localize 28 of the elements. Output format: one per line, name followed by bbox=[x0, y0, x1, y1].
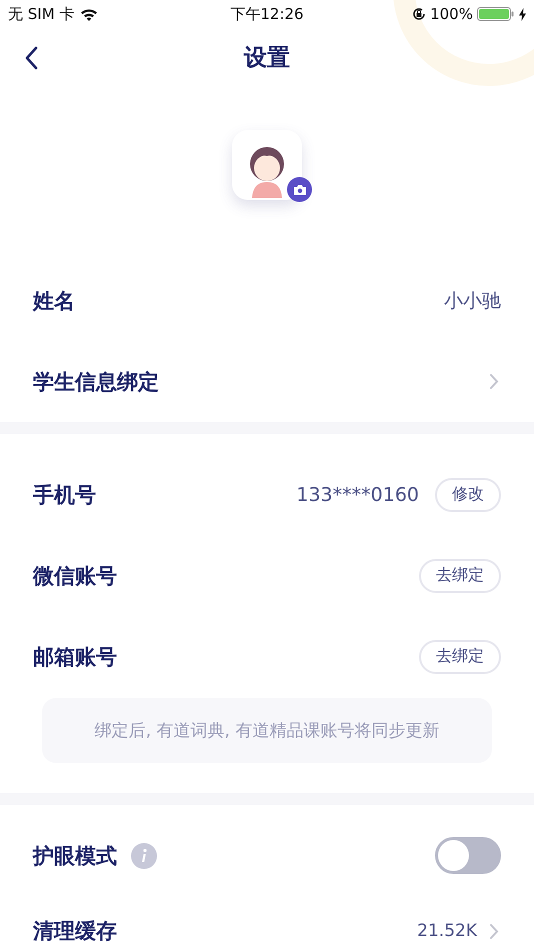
phone-number: 133****0160 bbox=[296, 484, 419, 506]
setting-label: 清理缓存 bbox=[33, 918, 117, 945]
rotation-lock-icon bbox=[412, 7, 426, 21]
action-button[interactable]: 去绑定 bbox=[419, 558, 501, 592]
chevron-right-icon[interactable] bbox=[489, 922, 499, 940]
camera-icon[interactable] bbox=[287, 177, 312, 202]
info-icon[interactable] bbox=[131, 842, 157, 868]
cache-size: 21.52K bbox=[417, 921, 477, 941]
wifi-icon bbox=[80, 8, 98, 20]
name-value: 小小驰 bbox=[444, 288, 501, 314]
status-time: 下午12:26 bbox=[230, 4, 304, 24]
setting-label: 微信账号 bbox=[33, 562, 117, 590]
page-title: 设置 bbox=[244, 44, 290, 72]
chevron-right-icon[interactable] bbox=[489, 373, 499, 390]
carrier-label: 无 SIM 卡 bbox=[8, 4, 74, 24]
avatar-button[interactable] bbox=[232, 130, 302, 200]
toggle-switch[interactable] bbox=[435, 837, 501, 874]
action-button[interactable]: 修改 bbox=[435, 478, 501, 512]
setting-label: 姓名 bbox=[33, 288, 75, 314]
action-button[interactable]: 去绑定 bbox=[419, 640, 501, 674]
battery-icon bbox=[476, 7, 515, 21]
setting-label: 护眼模式 bbox=[33, 842, 117, 870]
setting-label: 学生信息绑定 bbox=[33, 368, 159, 396]
notice-text: 绑定后, 有道词典, 有道精品课账号将同步更新 bbox=[42, 698, 492, 763]
setting-label: 手机号 bbox=[33, 482, 96, 508]
setting-label: 邮箱账号 bbox=[33, 644, 117, 670]
battery-percent: 100% bbox=[430, 5, 473, 23]
charging-icon bbox=[518, 8, 526, 20]
